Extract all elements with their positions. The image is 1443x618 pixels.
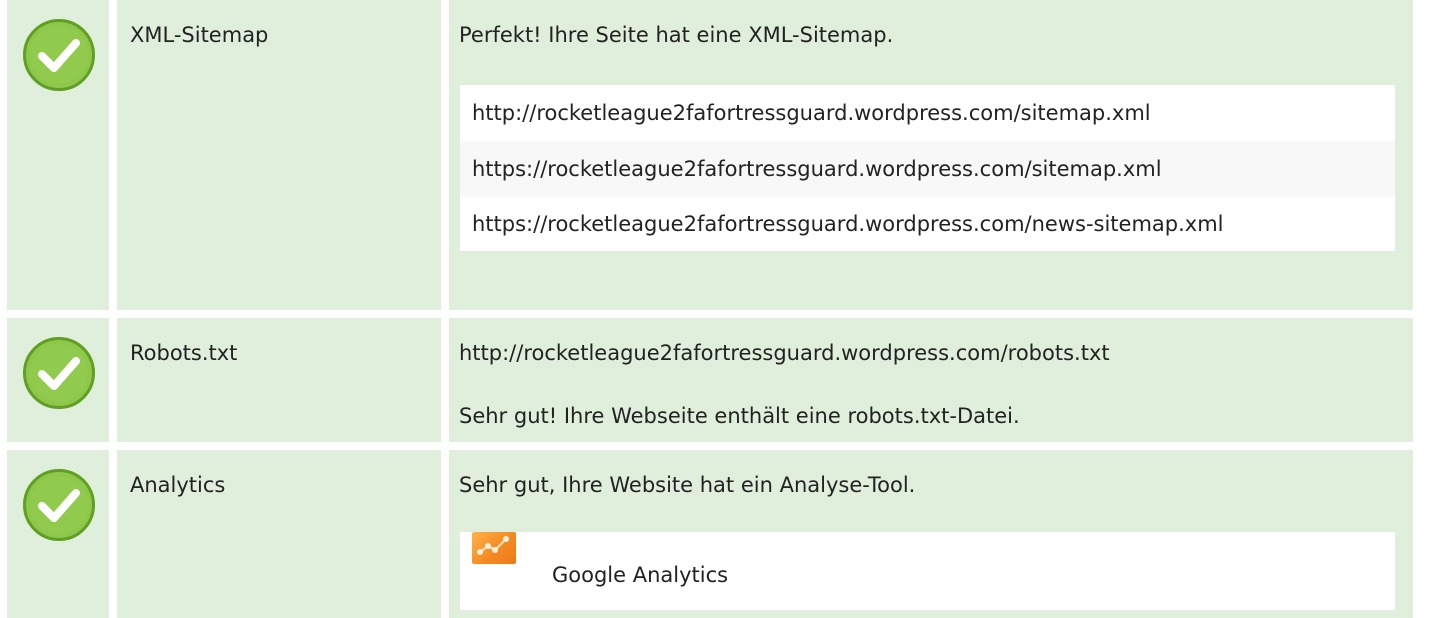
status-cell bbox=[7, 0, 109, 310]
check-circle-icon bbox=[23, 19, 95, 91]
check-name: Robots.txt bbox=[130, 341, 238, 365]
sitemap-url-item: https://rocketleague2fafortressguard.wor… bbox=[460, 197, 1395, 251]
status-cell bbox=[7, 318, 109, 442]
google-analytics-logo bbox=[472, 532, 516, 564]
sitemap-url-list: http://rocketleague2fafortressguard.word… bbox=[460, 85, 1395, 251]
check-name-cell: Robots.txt bbox=[117, 318, 441, 442]
analytics-row: Analytics Sehr gut, Ihre Website hat ein… bbox=[0, 450, 1413, 618]
check-name: Analytics bbox=[130, 473, 226, 497]
seo-check-report: XML-Sitemap Perfekt! Ihre Seite hat eine… bbox=[0, 0, 1443, 618]
sitemap-result-message: Perfekt! Ihre Seite hat eine XML-Sitemap… bbox=[459, 23, 894, 47]
check-detail-cell: http://rocketleague2fafortressguard.word… bbox=[449, 318, 1413, 442]
check-detail-cell: Perfekt! Ihre Seite hat eine XML-Sitemap… bbox=[449, 0, 1413, 310]
xml-sitemap-row: XML-Sitemap Perfekt! Ihre Seite hat eine… bbox=[0, 0, 1413, 310]
analytics-result-message: Sehr gut, Ihre Website hat ein Analyse-T… bbox=[459, 473, 916, 497]
analytics-tool-panel: Google Analytics bbox=[460, 532, 1395, 610]
sitemap-url-item: https://rocketleague2fafortressguard.wor… bbox=[460, 141, 1395, 197]
robots-txt-url: http://rocketleague2fafortressguard.word… bbox=[459, 341, 1110, 365]
sitemap-url-item: http://rocketleague2fafortressguard.word… bbox=[460, 85, 1395, 141]
check-circle-icon bbox=[23, 469, 95, 541]
analytics-tool-name: Google Analytics bbox=[552, 563, 729, 587]
robots-result-message: Sehr gut! Ihre Webseite enthält eine rob… bbox=[459, 404, 1020, 428]
check-name-cell: Analytics bbox=[117, 450, 441, 618]
status-cell bbox=[7, 450, 109, 618]
robots-txt-row: Robots.txt http://rocketleague2fafortres… bbox=[0, 318, 1413, 442]
check-name-cell: XML-Sitemap bbox=[117, 0, 441, 310]
check-circle-icon bbox=[23, 337, 95, 409]
check-detail-cell: Sehr gut, Ihre Website hat ein Analyse-T… bbox=[449, 450, 1413, 618]
check-name: XML-Sitemap bbox=[130, 23, 269, 47]
